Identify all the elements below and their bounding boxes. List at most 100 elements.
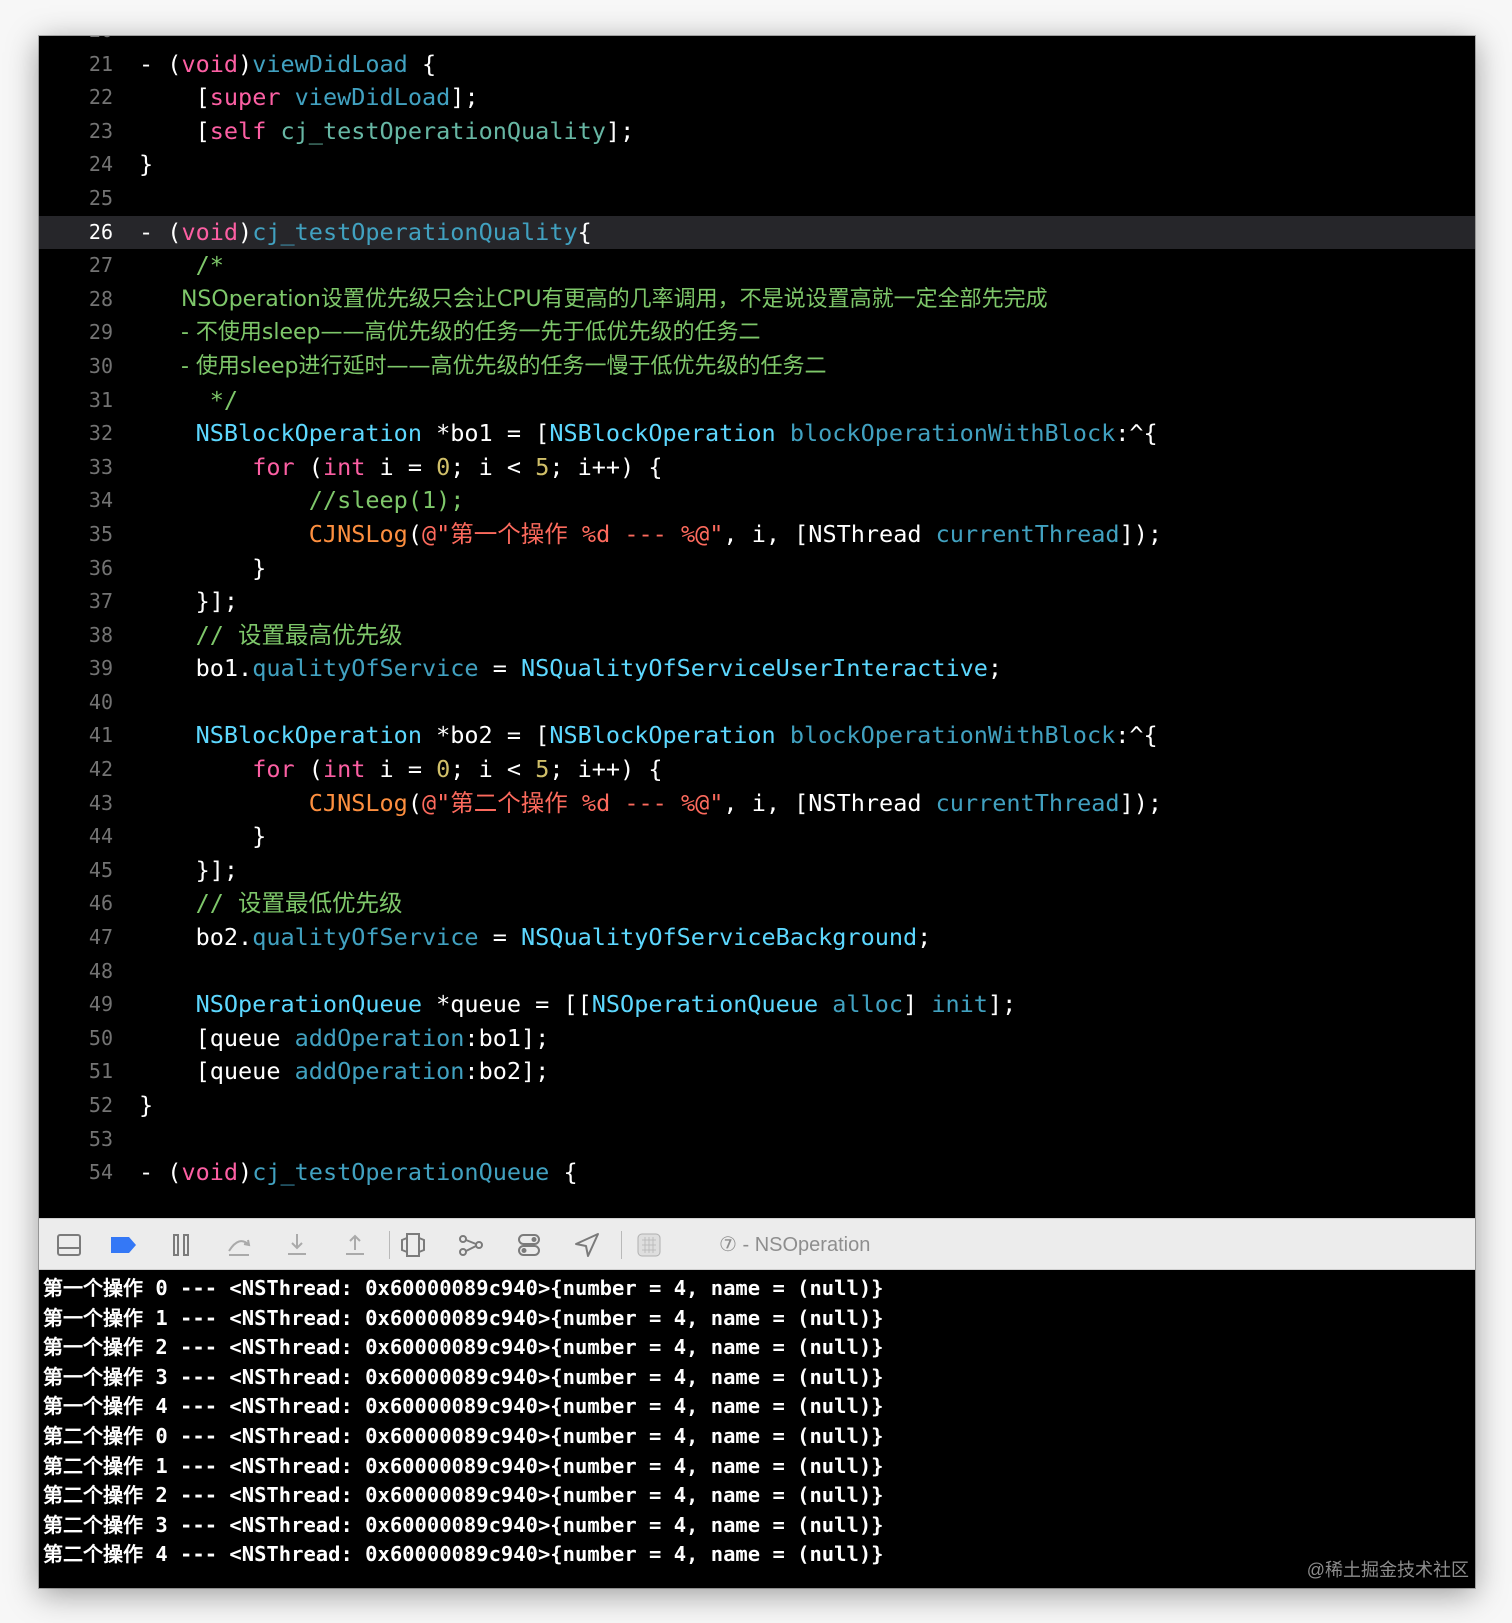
code-line[interactable]: 51 [queue addOperation:bo2]; [39,1055,1475,1089]
code-line[interactable]: 53 [39,1123,1475,1157]
code-line[interactable]: 21 - (void)viewDidLoad { [39,48,1475,82]
line-number[interactable]: 44 [39,820,113,854]
code-line[interactable]: 37 }]; [39,585,1475,619]
code-line[interactable]: 41 NSBlockOperation *bo2 = [NSBlockOpera… [39,719,1475,753]
line-number[interactable]: 25 [39,182,113,216]
code-line[interactable]: 36 } [39,552,1475,586]
console-output[interactable]: 第一个操作 0 --- <NSThread: 0x60000089c940>{n… [39,1270,1475,1588]
line-number[interactable]: 54 [39,1156,113,1190]
breakpoints-toggle-button[interactable] [109,1231,137,1259]
line-number[interactable]: 22 [39,81,113,115]
code-line[interactable]: 28 NSOperation设置优先级只会让CPU有更高的几率调用，不是说设置高… [39,283,1475,317]
view-hierarchy-button[interactable] [399,1231,427,1259]
code-line[interactable]: 32 NSBlockOperation *bo1 = [NSBlockOpera… [39,417,1475,451]
code-line[interactable]: 38 // 设置最高优先级 [39,619,1475,653]
code-line[interactable]: 24} [39,148,1475,182]
code-line[interactable]: 42 for (int i = 0; i < 5; i++) { [39,753,1475,787]
token-method: init [931,990,988,1019]
line-number[interactable]: 39 [39,652,113,686]
line-number[interactable]: 49 [39,988,113,1022]
console-line: 第一个操作 4 --- <NSThread: 0x60000089c940>{n… [39,1392,1475,1422]
line-number[interactable]: 32 [39,417,113,451]
line-number[interactable]: 40 [39,686,113,720]
token-plain: i = [365,452,437,481]
line-number[interactable]: 52 [39,1089,113,1123]
step-into-button[interactable] [283,1231,311,1259]
simulate-location-button[interactable] [573,1231,601,1259]
line-number[interactable]: 53 [39,1123,113,1157]
line-number[interactable]: 33 [39,451,113,485]
line-number[interactable]: 51 [39,1055,113,1089]
code-line[interactable]: 22 [super viewDidLoad]; [39,81,1475,115]
token-keyword: void [181,1158,239,1187]
hide-debug-area-button[interactable] [55,1231,83,1259]
line-number[interactable]: 37 [39,585,113,619]
line-number[interactable]: 34 [39,484,113,518]
pause-icon [173,1234,189,1256]
line-number[interactable]: 36 [39,552,113,586]
thread-breadcrumb[interactable]: ⑦ - NSOperation [719,1219,870,1271]
code-line[interactable]: 31 */ [39,384,1475,418]
token-comment-cn: /* [139,251,224,280]
current-code-line[interactable]: 26 - (void)cj_testOperationQuality{ [39,215,1475,250]
line-number[interactable]: 41 [39,719,113,753]
code-line[interactable]: 29 - 不使用sleep——高优先级的任务一先于低优先级的任务二 [39,316,1475,350]
source-editor[interactable]: 2021- (void)viewDidLoad {22 [super viewD… [39,36,1475,1218]
code-line[interactable]: 44 } [39,820,1475,854]
line-number[interactable]: 46 [39,887,113,921]
code-line[interactable]: 30 - 使用sleep进行延时——高优先级的任务一慢于低优先级的任务二 [39,350,1475,384]
code-line[interactable]: 25 [39,182,1475,216]
code-line[interactable]: 40 [39,686,1475,720]
line-number[interactable]: 35 [39,518,113,552]
line-number[interactable]: 29 [39,316,113,350]
token-plain: *bo2 = [ [421,721,550,750]
code-line[interactable]: 45 }]; [39,854,1475,888]
step-over-button[interactable] [225,1231,253,1259]
code-line[interactable]: 52} [39,1089,1475,1123]
environment-overrides-button[interactable] [515,1231,543,1259]
code-line[interactable]: 34 //sleep(1); [39,484,1475,518]
code-line[interactable]: 23 [self cj_testOperationQuality]; [39,115,1475,149]
code-text: bo1.qualityOfService = NSQualityOfServic… [139,652,1002,686]
code-line[interactable]: 47 bo2.qualityOfService = NSQualityOfSer… [39,921,1475,955]
code-line[interactable]: 49 NSOperationQueue *queue = [[NSOperati… [39,988,1475,1022]
code-line[interactable]: 33 for (int i = 0; i < 5; i++) { [39,451,1475,485]
code-line[interactable]: 27 /* [39,249,1475,283]
token-plain: :^{ [1115,721,1158,750]
code-line[interactable]: 50 [queue addOperation:bo1]; [39,1022,1475,1056]
line-number[interactable]: 21 [39,48,113,82]
code-line[interactable]: 35 CJNSLog(@"第一个操作 %d --- %@", i, [NSThr… [39,518,1475,552]
line-number[interactable]: 45 [39,854,113,888]
code-text: [self cj_testOperationQuality]; [139,115,635,149]
code-line[interactable]: 43 CJNSLog(@"第二个操作 %d --- %@", i, [NSThr… [39,787,1475,821]
line-number[interactable]: 24 [39,148,113,182]
token-comment-cn: - 不使用sleep——高优先级的任务一先于低优先级的任务二 [139,320,761,346]
line-number[interactable]: 30 [39,350,113,384]
line-number[interactable]: 20 [39,36,113,48]
line-number[interactable]: 26 [39,216,113,250]
line-number[interactable]: 43 [39,787,113,821]
line-number[interactable]: 50 [39,1022,113,1056]
line-number[interactable]: 27 [39,249,113,283]
pause-button[interactable] [167,1231,195,1259]
line-number[interactable]: 31 [39,384,113,418]
code-line[interactable]: 48 [39,955,1475,989]
code-line[interactable]: 46 // 设置最低优先级 [39,887,1475,921]
line-number[interactable]: 48 [39,955,113,989]
code-line[interactable]: 20 [39,36,1475,48]
token-method: addOperation [294,1057,465,1086]
line-number[interactable]: 47 [39,921,113,955]
code-line[interactable]: 54 - (void)cj_testOperationQueue { [39,1156,1475,1190]
code-line[interactable]: 39 bo1.qualityOfService = NSQualityOfSer… [39,652,1475,686]
line-number[interactable]: 28 [39,283,113,317]
step-out-button[interactable] [341,1231,369,1259]
line-number[interactable]: 23 [39,115,113,149]
memory-graph-button[interactable] [457,1231,485,1259]
token-plain: ( [294,755,323,784]
line-number[interactable]: 42 [39,753,113,787]
line-number[interactable]: 38 [39,619,113,653]
token-plain: ( [407,519,422,548]
